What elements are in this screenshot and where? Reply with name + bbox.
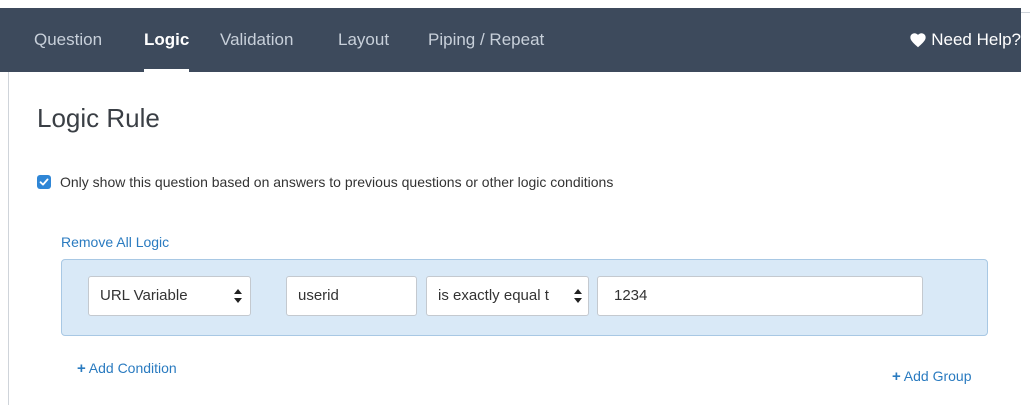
show-logic-checkbox[interactable] — [37, 175, 51, 189]
select-arrows-icon — [570, 277, 584, 315]
need-help-label: Need Help? — [931, 30, 1021, 49]
variable-input-value: userid — [298, 287, 339, 304]
remove-all-logic-link[interactable]: Remove All Logic — [61, 234, 169, 250]
value-input[interactable]: 1234 — [597, 276, 923, 316]
tab-question[interactable]: Question — [34, 8, 102, 72]
variable-input[interactable]: userid — [286, 276, 417, 316]
tab-layout[interactable]: Layout — [338, 8, 389, 72]
check-icon — [39, 178, 49, 186]
heart-icon — [910, 33, 926, 48]
show-logic-label: Only show this question based on answers… — [60, 174, 614, 190]
select-arrows-icon — [234, 277, 242, 315]
plus-icon: + — [892, 368, 901, 385]
show-logic-row: Only show this question based on answers… — [37, 174, 613, 196]
source-select-value: URL Variable — [100, 287, 188, 304]
need-help-link[interactable]: Need Help? — [909, 8, 1021, 72]
tab-logic[interactable]: Logic — [144, 8, 190, 72]
add-condition-label: Add Condition — [88, 360, 177, 376]
page-title: Logic Rule — [37, 103, 160, 133]
tab-validation[interactable]: Validation — [220, 8, 293, 72]
add-group-link[interactable]: + Add Group — [892, 368, 971, 385]
tab-bar: Question Logic Validation Layout Piping … — [0, 8, 1021, 72]
operator-select[interactable]: is exactly equal t — [426, 276, 589, 316]
add-group-label: Add Group — [903, 368, 972, 384]
add-condition-link[interactable]: + Add Condition — [77, 360, 177, 377]
value-input-value: 1234 — [614, 287, 648, 304]
tab-piping-repeat[interactable]: Piping / Repeat — [428, 8, 544, 72]
operator-select-value: is exactly equal t — [438, 287, 549, 304]
plus-icon: + — [77, 360, 86, 377]
source-select[interactable]: URL Variable — [88, 276, 251, 316]
